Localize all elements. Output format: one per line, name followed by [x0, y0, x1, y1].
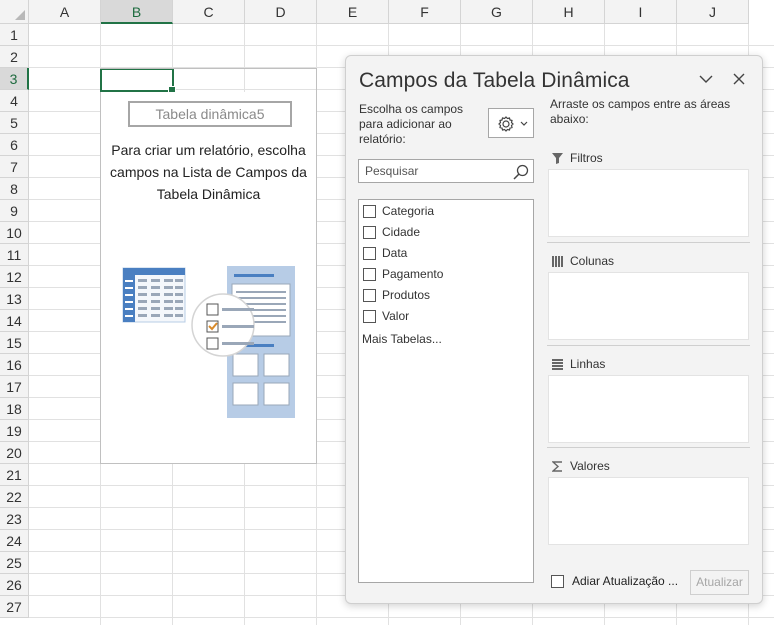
field-list: Categoria Cidade Data Pagamento Produtos…: [358, 199, 534, 583]
field-label: Valor: [382, 309, 410, 323]
gear-icon: [498, 116, 528, 132]
field-checkbox[interactable]: [363, 246, 376, 260]
choose-fields-text: Escolha os campos para adicionar ao rela…: [359, 102, 464, 146]
field-checkbox[interactable]: [363, 288, 376, 302]
pivottable-fields-pane: Campos da Tabela Dinâmica Escolha os cam…: [345, 55, 763, 604]
field-item-valor[interactable]: Valor: [363, 306, 529, 326]
field-checkbox[interactable]: [363, 225, 376, 239]
field-item-cidade[interactable]: Cidade: [363, 222, 529, 242]
pivot-instruction-text: Para criar um relatório, escolha campos …: [110, 142, 307, 202]
field-label: Produtos: [382, 288, 431, 302]
column-header-f[interactable]: F: [389, 0, 461, 24]
row-header-5[interactable]: 5: [0, 112, 29, 134]
row-header-20[interactable]: 20: [0, 442, 29, 464]
row-header-25[interactable]: 25: [0, 552, 29, 574]
search-box[interactable]: [358, 159, 534, 183]
filters-drop-area[interactable]: [548, 169, 749, 237]
row-header-4[interactable]: 4: [0, 90, 29, 112]
defer-update-label: Adiar Atualização ...: [572, 574, 679, 588]
more-tables-link[interactable]: Mais Tabelas...: [362, 332, 442, 346]
pivot-table-placeholder[interactable]: Tabela dinâmica5 Para criar um relatório…: [100, 92, 317, 464]
row-header-8[interactable]: 8: [0, 178, 29, 200]
field-label: Cidade: [382, 225, 421, 239]
column-header-g[interactable]: G: [461, 0, 533, 24]
defer-update-checkbox[interactable]: [551, 574, 564, 588]
row-header-21[interactable]: 21: [0, 464, 29, 486]
field-item-pagamento[interactable]: Pagamento: [363, 264, 529, 284]
sigma-icon: [552, 460, 562, 472]
search-icon[interactable]: [512, 163, 530, 181]
select-all-corner[interactable]: [0, 0, 29, 24]
update-button[interactable]: Atualizar: [690, 570, 749, 595]
row-header-26[interactable]: 26: [0, 574, 29, 596]
gridline: [29, 617, 774, 618]
columns-drop-area[interactable]: [548, 272, 749, 340]
gridline: [29, 45, 774, 46]
row-header-9[interactable]: 9: [0, 200, 29, 222]
row-header-16[interactable]: 16: [0, 354, 29, 376]
row-header-22[interactable]: 22: [0, 486, 29, 508]
pivot-illustration: [122, 266, 295, 418]
row-header-12[interactable]: 12: [0, 266, 29, 288]
row-header-17[interactable]: 17: [0, 376, 29, 398]
area-divider: [547, 447, 750, 448]
column-header-i[interactable]: I: [605, 0, 677, 24]
row-header-18[interactable]: 18: [0, 398, 29, 420]
row-header-2[interactable]: 2: [0, 46, 29, 68]
filters-area-label: Filtros: [552, 151, 603, 165]
rows-label: Linhas: [570, 357, 606, 371]
field-checkbox[interactable]: [363, 204, 376, 218]
columns-label: Colunas: [570, 254, 615, 268]
field-checkbox[interactable]: [363, 267, 376, 281]
values-label: Valores: [570, 459, 610, 473]
column-header-a[interactable]: A: [29, 0, 101, 24]
rows-drop-area[interactable]: [548, 375, 749, 443]
columns-area-label: Colunas: [552, 254, 614, 268]
row-header-27[interactable]: 27: [0, 596, 29, 618]
field-checkbox[interactable]: [363, 309, 376, 323]
row-header-7[interactable]: 7: [0, 156, 29, 178]
column-header-j[interactable]: J: [677, 0, 749, 24]
row-header-13[interactable]: 13: [0, 288, 29, 310]
search-input[interactable]: [359, 160, 509, 182]
field-label: Categoria: [382, 204, 435, 218]
area-divider: [547, 345, 750, 346]
field-label: Pagamento: [382, 267, 444, 281]
column-header-h[interactable]: H: [533, 0, 605, 24]
chevron-down-icon[interactable]: [696, 68, 716, 90]
rows-area-label: Linhas: [552, 357, 605, 371]
pivot-table-name: Tabela dinâmica5: [128, 101, 292, 127]
row-header-24[interactable]: 24: [0, 530, 29, 552]
pane-title: Campos da Tabela Dinâmica: [359, 69, 630, 92]
row-header-11[interactable]: 11: [0, 244, 29, 266]
field-label: Data: [382, 246, 408, 260]
column-header-e[interactable]: E: [317, 0, 389, 24]
row-header-10[interactable]: 10: [0, 222, 29, 244]
filter-icon: [552, 152, 563, 164]
area-divider: [547, 242, 750, 243]
close-icon[interactable]: [729, 68, 749, 90]
row-header-1[interactable]: 1: [0, 24, 29, 46]
row-header-3[interactable]: 3: [0, 68, 29, 90]
rows-icon: [552, 358, 563, 370]
column-header-c[interactable]: C: [173, 0, 245, 24]
field-item-data[interactable]: Data: [363, 243, 529, 263]
field-settings-button[interactable]: [488, 108, 534, 138]
drag-fields-text: Arraste os campos entre as áreas abaixo:: [550, 97, 731, 126]
values-area-label: Valores: [552, 459, 610, 473]
column-header-d[interactable]: D: [245, 0, 317, 24]
row-header-19[interactable]: 19: [0, 420, 29, 442]
columns-icon: [552, 255, 563, 267]
field-item-produtos[interactable]: Produtos: [363, 285, 529, 305]
row-header-6[interactable]: 6: [0, 134, 29, 156]
row-header-23[interactable]: 23: [0, 508, 29, 530]
defer-update-toggle[interactable]: Adiar Atualização ...: [551, 574, 678, 588]
field-item-categoria[interactable]: Categoria: [363, 201, 529, 221]
filters-label: Filtros: [570, 151, 603, 165]
pivot-placeholder-top: [100, 68, 317, 92]
values-drop-area[interactable]: [548, 477, 749, 545]
row-header-14[interactable]: 14: [0, 310, 29, 332]
column-header-b[interactable]: B: [101, 0, 173, 24]
row-header-15[interactable]: 15: [0, 332, 29, 354]
